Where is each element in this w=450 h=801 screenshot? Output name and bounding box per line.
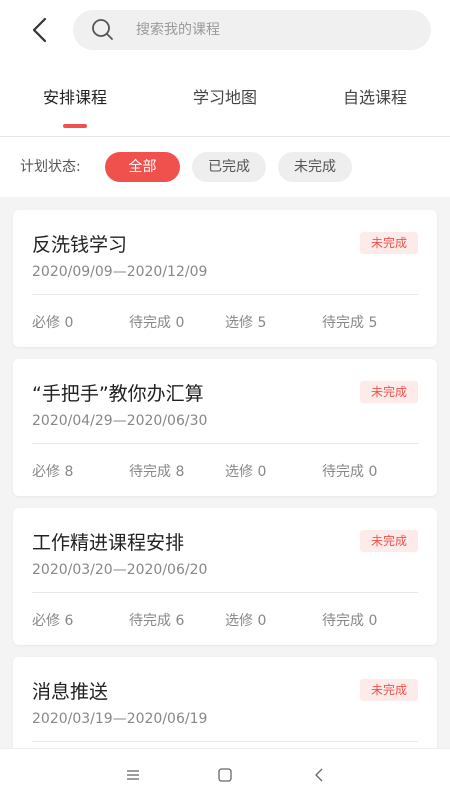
required-count: 必修 0: [32, 315, 74, 331]
course-card[interactable]: 反洗钱学习 未完成 2020/09/09—2020/12/09 必修 0 待完成…: [13, 210, 437, 347]
required-count: 必修 8: [32, 464, 74, 480]
divider: [32, 592, 418, 593]
filter-label: 计划状态:: [20, 159, 81, 175]
tab-arranged-courses[interactable]: 安排课程: [20, 76, 130, 126]
search-input[interactable]: 搜索我的课程: [136, 10, 220, 50]
course-title: 反洗钱学习: [32, 234, 128, 256]
active-tab-indicator: [63, 124, 87, 128]
status-filter: 计划状态: 全部 已完成 未完成: [0, 137, 450, 197]
course-title: 工作精进课程安排: [32, 532, 185, 554]
divider: [32, 741, 418, 742]
course-title: 消息推送: [32, 681, 109, 703]
elective-pending-count: 待完成 0: [322, 613, 378, 629]
nav-back-button[interactable]: [303, 759, 335, 791]
tab-learning-map[interactable]: 学习地图: [170, 76, 280, 126]
search-icon: [92, 19, 113, 40]
course-card[interactable]: “手把手”教你办汇算 未完成 2020/04/29—2020/06/30 必修 …: [13, 359, 437, 496]
system-navigation-bar: [0, 748, 450, 801]
filter-completed-chip[interactable]: 已完成: [192, 152, 266, 182]
status-badge: 未完成: [360, 381, 418, 403]
menu-button[interactable]: [117, 759, 149, 791]
course-date-range: 2020/03/19—2020/06/19: [32, 711, 208, 727]
status-badge: 未完成: [360, 679, 418, 701]
status-badge: 未完成: [360, 232, 418, 254]
course-title: “手把手”教你办汇算: [32, 383, 204, 405]
required-pending-count: 待完成 6: [129, 613, 185, 629]
chevron-left-icon: [32, 17, 47, 43]
status-badge: 未完成: [360, 530, 418, 552]
elective-pending-count: 待完成 0: [322, 464, 378, 480]
filter-incomplete-chip[interactable]: 未完成: [278, 152, 352, 182]
top-bar: 搜索我的课程 安排课程 学习地图 自选课程: [0, 0, 450, 137]
elective-count: 选修 5: [225, 315, 267, 331]
course-date-range: 2020/03/20—2020/06/20: [32, 562, 208, 578]
required-count: 必修 6: [32, 613, 74, 629]
required-pending-count: 待完成 0: [129, 315, 185, 331]
course-card[interactable]: 工作精进课程安排 未完成 2020/03/20—2020/06/20 必修 6 …: [13, 508, 437, 645]
home-square-icon: [218, 768, 232, 782]
divider: [32, 443, 418, 444]
menu-icon: [127, 770, 139, 780]
back-button[interactable]: [22, 12, 58, 48]
course-date-range: 2020/04/29—2020/06/30: [32, 413, 208, 429]
course-tabs: 安排课程 学习地图 自选课程: [0, 76, 450, 126]
filter-all-chip[interactable]: 全部: [105, 152, 180, 182]
required-pending-count: 待完成 8: [129, 464, 185, 480]
elective-count: 选修 0: [225, 613, 267, 629]
elective-count: 选修 0: [225, 464, 267, 480]
tab-elective-courses[interactable]: 自选课程: [320, 76, 430, 126]
back-triangle-icon: [315, 768, 323, 782]
course-date-range: 2020/09/09—2020/12/09: [32, 264, 208, 280]
search-bar[interactable]: 搜索我的课程: [73, 10, 431, 50]
divider: [32, 294, 418, 295]
elective-pending-count: 待完成 5: [322, 315, 378, 331]
home-button[interactable]: [209, 759, 241, 791]
